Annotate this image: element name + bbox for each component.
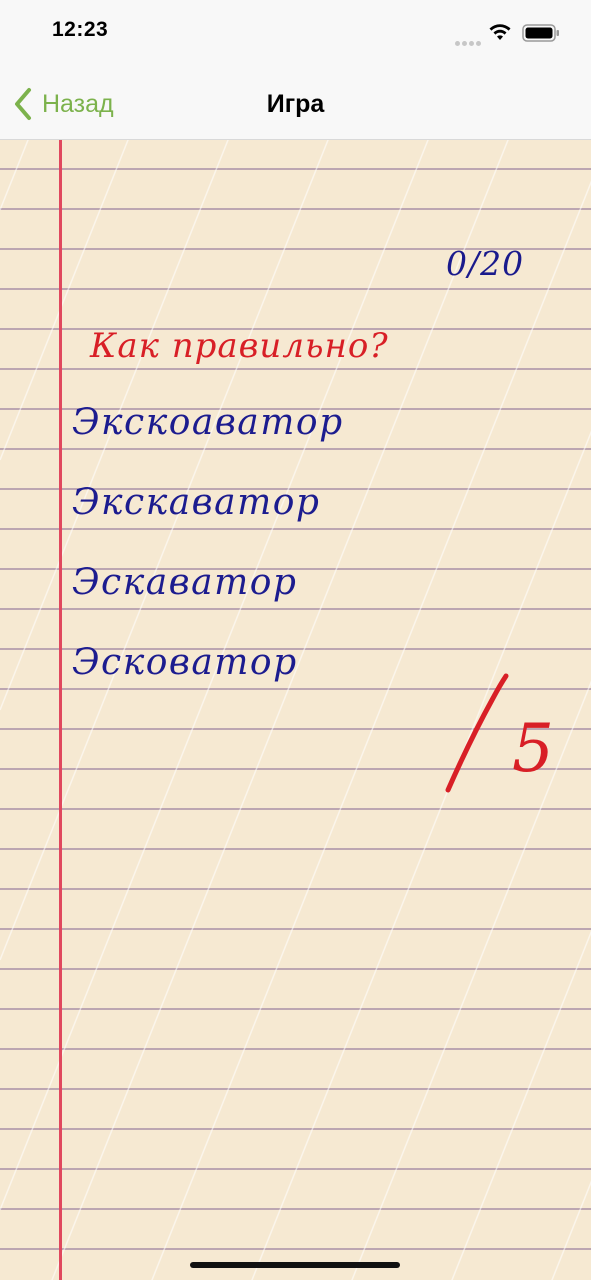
answer-option-2[interactable]: Экскаватор bbox=[72, 482, 320, 523]
answer-option-3[interactable]: Эскаватор bbox=[72, 562, 297, 603]
wifi-icon bbox=[489, 24, 511, 40]
cellular-signal-icon bbox=[455, 33, 485, 46]
answer-option-4[interactable]: Эсковатор bbox=[72, 642, 298, 683]
margin-line bbox=[59, 140, 62, 1280]
battery-icon bbox=[522, 24, 559, 42]
score-counter: 0/20 bbox=[446, 244, 525, 283]
navigation-bar: Назад Игра bbox=[0, 68, 591, 140]
home-indicator[interactable] bbox=[190, 1262, 400, 1268]
grade-slash-mark bbox=[445, 673, 509, 793]
question-text: Как правильно? bbox=[90, 326, 389, 366]
page-title: Игра bbox=[266, 90, 325, 118]
status-bar: 12:23 bbox=[0, 0, 591, 68]
notebook-paper: 0/20 Как правильно? Экскоаватор Экскават… bbox=[0, 140, 591, 1280]
grade-digit: 5 bbox=[512, 710, 554, 787]
answer-option-1[interactable]: Экскоаватор bbox=[72, 402, 344, 443]
status-time: 12:23 bbox=[52, 18, 109, 41]
